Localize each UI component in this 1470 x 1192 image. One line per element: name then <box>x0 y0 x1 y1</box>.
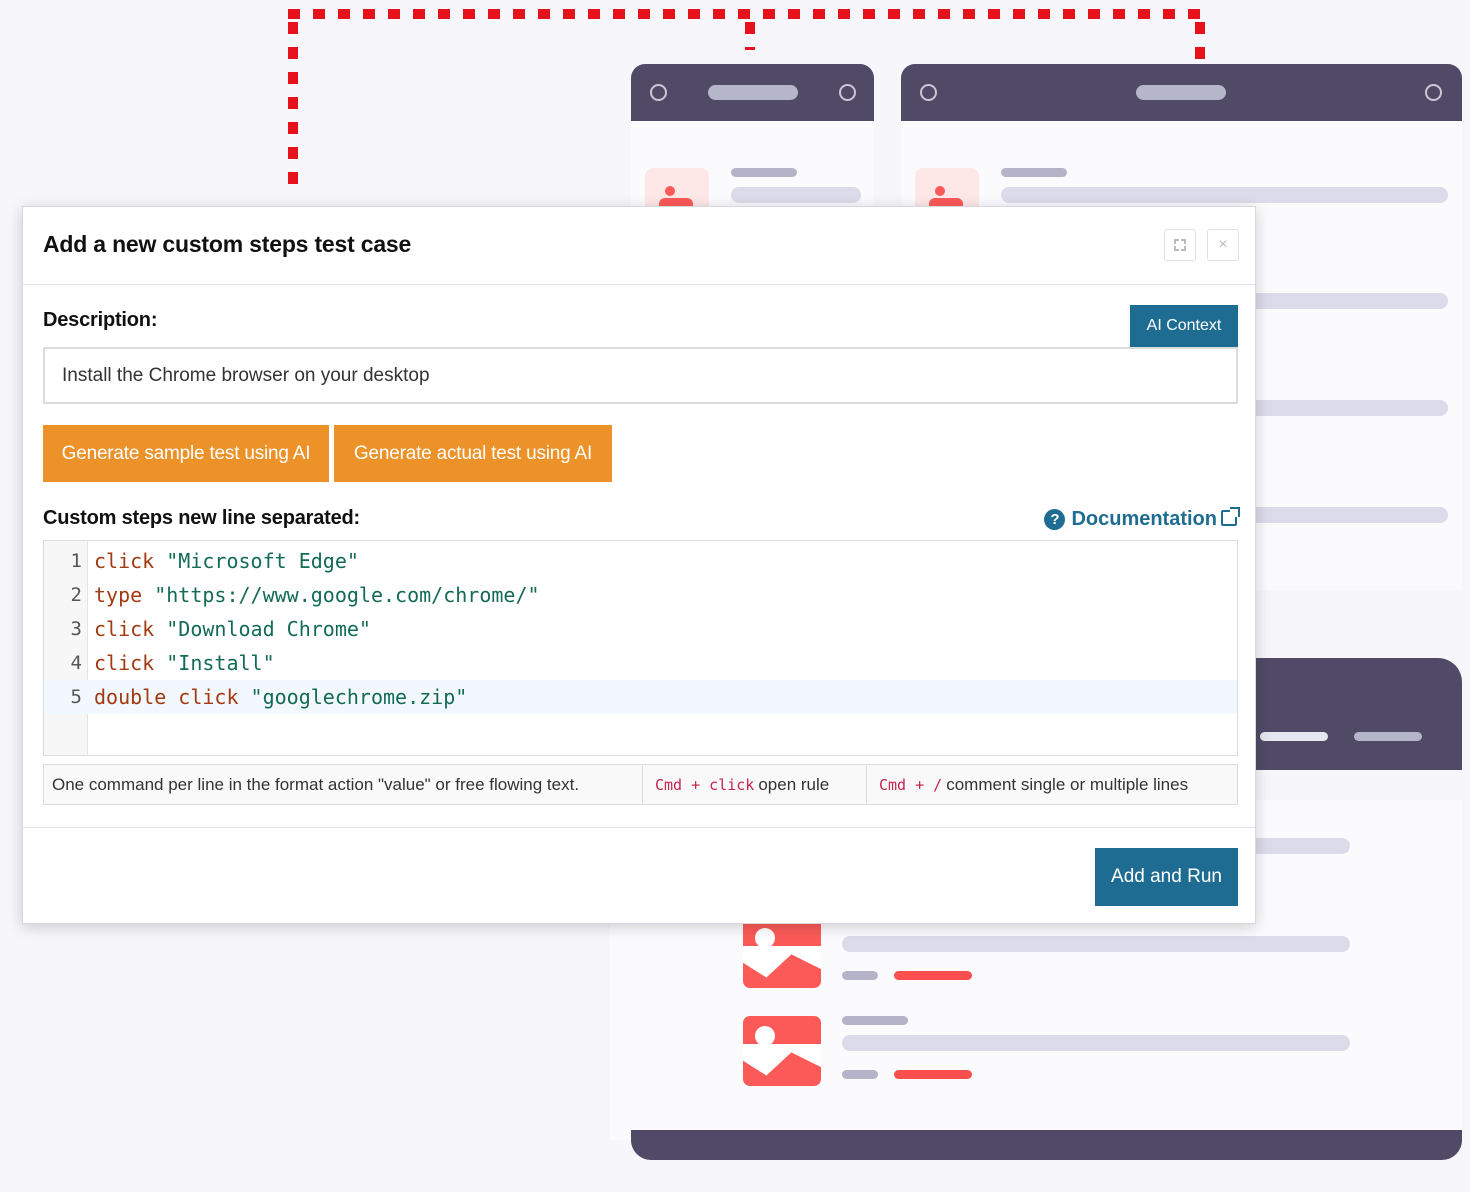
placeholder-line <box>1240 400 1448 416</box>
help-icon: ? <box>1044 509 1066 530</box>
placeholder-line <box>842 1070 878 1079</box>
dashed-connector <box>1195 22 1205 64</box>
custom-steps-modal: Add a new custom steps test case × Descr… <box>22 206 1256 924</box>
placeholder-line <box>1240 293 1448 309</box>
placeholder-line <box>894 1070 972 1079</box>
placeholder-line <box>1240 507 1448 523</box>
modal-title: Add a new custom steps test case <box>43 231 412 257</box>
editor-hints-bar: One command per line in the format actio… <box>43 764 1238 805</box>
format-hint: One command per line in the format actio… <box>52 775 580 794</box>
step-value: "Download Chrome" <box>166 617 371 641</box>
documentation-link[interactable]: ? Documentation <box>1044 507 1240 531</box>
step-action: click <box>94 549 155 573</box>
image-placeholder-icon <box>743 918 821 988</box>
generate-actual-button[interactable]: Generate actual test using AI <box>334 425 612 482</box>
placeholder-line <box>842 1035 1350 1051</box>
dashed-connector <box>288 22 298 194</box>
illustration-pill <box>1136 85 1226 100</box>
code-line[interactable]: 4 click "Install" <box>44 646 1237 680</box>
circle-icon <box>1425 84 1442 101</box>
add-and-run-button[interactable]: Add and Run <box>1095 848 1238 906</box>
step-value: "https://www.google.com/chrome/" <box>154 583 540 607</box>
illustration-pill <box>708 85 798 100</box>
modal-header: Add a new custom steps test case × <box>23 207 1255 285</box>
illustration-window-bar <box>901 64 1462 121</box>
placeholder-line <box>1001 187 1448 203</box>
footer-divider <box>23 827 1255 828</box>
illustration-footer-bar <box>631 1130 1462 1160</box>
shortcut-keys: Cmd + click <box>655 776 755 794</box>
step-value: "Install" <box>166 651 275 675</box>
line-number: 1 <box>70 550 82 572</box>
close-button[interactable]: × <box>1207 229 1239 261</box>
dashed-connector <box>288 9 1206 19</box>
illustration-window-bar <box>631 64 874 121</box>
line-number: 2 <box>70 584 82 606</box>
step-action: click <box>94 617 155 641</box>
illustration-pill <box>1354 732 1422 741</box>
step-action: click <box>94 651 155 675</box>
expand-button[interactable] <box>1164 229 1196 261</box>
placeholder-line <box>731 187 861 203</box>
step-action: type <box>94 583 143 607</box>
placeholder-line <box>1240 838 1350 854</box>
circle-icon <box>839 84 856 101</box>
code-line-active[interactable]: 5 double click "googlechrome.zip" <box>44 680 1237 714</box>
generate-sample-button[interactable]: Generate sample test using AI <box>43 425 329 482</box>
description-label: Description: <box>43 309 158 331</box>
placeholder-line <box>1001 168 1067 177</box>
shortcut-keys: Cmd + / <box>879 776 943 794</box>
placeholder-line <box>842 936 1350 952</box>
open-rule-hint: Cmd + click open rule <box>642 765 866 804</box>
code-line[interactable]: 3 click "Download Chrome" <box>44 612 1237 646</box>
expand-icon <box>1174 238 1186 251</box>
step-value: "googlechrome.zip" <box>250 685 468 709</box>
dashed-connector <box>745 22 755 50</box>
step-value: "Microsoft Edge" <box>166 549 359 573</box>
line-number: 5 <box>70 686 82 708</box>
step-action: double click <box>94 685 239 709</box>
close-icon: × <box>1218 236 1228 253</box>
code-line[interactable]: 2 type "https://www.google.com/chrome/" <box>44 578 1237 612</box>
steps-code-editor[interactable]: 1 click "Microsoft Edge" 2 type "https:/… <box>43 540 1238 756</box>
placeholder-line <box>731 168 797 177</box>
line-number: 4 <box>70 652 82 674</box>
line-number: 3 <box>70 618 82 640</box>
custom-steps-label: Custom steps new line separated: <box>43 507 361 529</box>
circle-icon <box>650 84 667 101</box>
placeholder-line <box>894 971 972 980</box>
placeholder-line <box>842 971 878 980</box>
description-input[interactable]: Install the Chrome browser on your deskt… <box>43 347 1238 404</box>
external-link-icon <box>1221 507 1240 526</box>
code-line[interactable]: 1 click "Microsoft Edge" <box>44 544 1237 578</box>
documentation-link-label: Documentation <box>1071 508 1217 530</box>
placeholder-line <box>842 1016 908 1025</box>
illustration-pill <box>1260 732 1328 741</box>
comment-hint: Cmd + / comment single or multiple lines <box>866 765 1237 804</box>
illustration-card <box>1230 658 1462 770</box>
circle-icon <box>920 84 937 101</box>
ai-context-button[interactable]: AI Context <box>1130 305 1238 347</box>
image-placeholder-icon <box>743 1016 821 1086</box>
